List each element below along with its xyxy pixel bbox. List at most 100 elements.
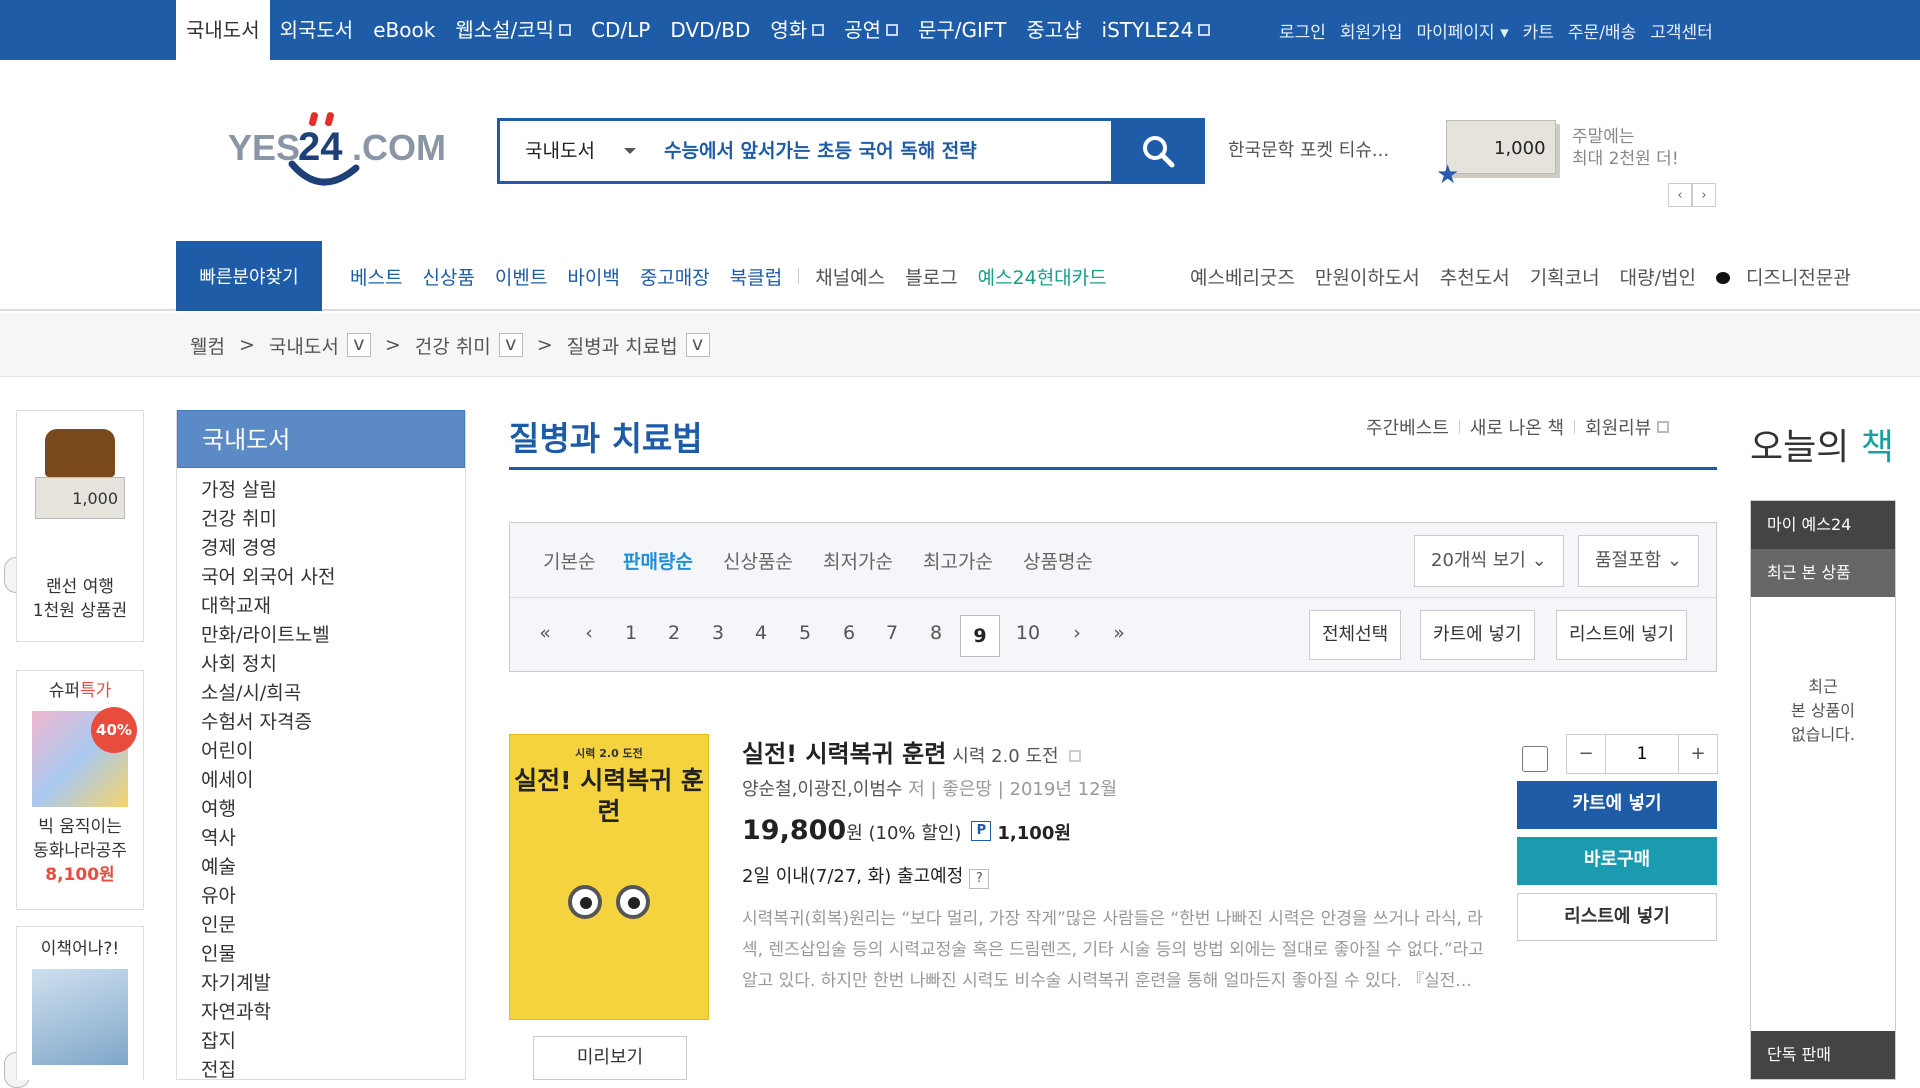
left-banner-sale[interactable]: 슈퍼특가 40% 빅 움직이는 동화나라공주 8,100원: [16, 670, 144, 910]
top-nav-ebook[interactable]: eBook: [363, 0, 445, 60]
help-icon[interactable]: ?: [969, 869, 990, 889]
sidebar-item[interactable]: 잡지: [201, 1027, 465, 1056]
product-publisher[interactable]: 좋은땅: [942, 779, 992, 800]
page-link[interactable]: 6: [834, 622, 864, 644]
top-nav-webnovel[interactable]: 웹소설/코믹: [445, 0, 581, 60]
sidebar-item[interactable]: 자연과학: [201, 998, 465, 1027]
page-link[interactable]: 5: [790, 622, 820, 644]
page-link[interactable]: 1: [616, 622, 646, 644]
nav-event[interactable]: 이벤트: [485, 263, 557, 290]
login-link[interactable]: 로그인: [1272, 18, 1333, 43]
product-title[interactable]: 실전! 시력복귀 훈련: [742, 740, 946, 768]
top-nav-istyle24[interactable]: iSTYLE24: [1092, 0, 1221, 60]
top-nav-used-shop[interactable]: 중고샵: [1016, 0, 1091, 60]
nav-new[interactable]: 신상품: [412, 263, 484, 290]
current-page[interactable]: 9: [960, 615, 1000, 657]
top-nav-foreign-books[interactable]: 외국도서: [270, 0, 364, 60]
sidebar-item[interactable]: 예술: [201, 853, 465, 882]
mypage-link[interactable]: 마이페이지 ▾: [1409, 18, 1515, 43]
page-link[interactable]: 10: [1008, 622, 1048, 644]
nav-hyundai-card[interactable]: 예스24현대카드: [968, 263, 1117, 290]
sidebar-item[interactable]: 사회 정치: [201, 650, 465, 679]
sort-newest[interactable]: 신상품순: [723, 547, 793, 574]
sidebar-item[interactable]: 소설/시/희곡: [201, 679, 465, 708]
page-link[interactable]: 8: [921, 622, 951, 644]
weekly-best-link[interactable]: 주간베스트: [1366, 414, 1449, 440]
breadcrumb-disease[interactable]: 질병과 치료법: [567, 332, 678, 359]
left-banner-voucher[interactable]: 1,000 랜선 여행 1천원 상품권: [16, 410, 144, 642]
top-nav-dvd-bd[interactable]: DVD/BD: [660, 0, 760, 60]
sort-default[interactable]: 기본순: [543, 547, 595, 574]
sidebar-title[interactable]: 국내도서: [177, 410, 465, 468]
new-window-icon[interactable]: [1068, 750, 1081, 762]
nav-disney[interactable]: 디즈니전문관: [1706, 263, 1871, 290]
nav-blog[interactable]: 블로그: [895, 263, 967, 290]
stock-select[interactable]: 품절포함 ⌄: [1578, 535, 1700, 587]
nav-best[interactable]: 베스트: [340, 263, 412, 290]
plus-icon[interactable]: +: [1679, 735, 1717, 773]
nav-bookclub[interactable]: 북클럽: [720, 263, 792, 290]
per-page-select[interactable]: 20개씩 보기 ⌄: [1414, 535, 1564, 587]
nav-used-store[interactable]: 중고매장: [630, 263, 720, 290]
sidebar-item[interactable]: 국어 외국어 사전: [201, 563, 465, 592]
sidebar-item[interactable]: 만화/라이트노벨: [201, 621, 465, 650]
nav-channel-yes[interactable]: 채널예스: [805, 263, 895, 290]
quantity-input[interactable]: [1605, 735, 1679, 773]
page-link[interactable]: 2: [659, 622, 689, 644]
sidebar-item[interactable]: 인물: [201, 940, 465, 969]
sidebar-item[interactable]: 대학교재: [201, 592, 465, 621]
sidebar-item[interactable]: 유아: [201, 882, 465, 911]
add-to-list-button[interactable]: 리스트에 넣기: [1517, 893, 1717, 941]
top-nav-stationery[interactable]: 문구/GIFT: [908, 0, 1016, 60]
chevron-down-icon[interactable]: v: [498, 333, 523, 357]
signup-link[interactable]: 회원가입: [1333, 18, 1410, 43]
select-all-button[interactable]: 전체선택: [1309, 610, 1402, 660]
last-page-icon[interactable]: »: [1104, 622, 1134, 644]
next-page-icon[interactable]: ›: [1062, 622, 1092, 644]
search-button[interactable]: [1111, 118, 1205, 184]
buy-now-button[interactable]: 바로구매: [1517, 837, 1717, 885]
page-link[interactable]: 3: [703, 622, 733, 644]
customer-center-link[interactable]: 고객센터: [1643, 18, 1720, 43]
sidebar-item[interactable]: 역사: [201, 824, 465, 853]
sort-lowest-price[interactable]: 최저가순: [823, 547, 893, 574]
chevron-down-icon[interactable]: v: [346, 333, 371, 357]
book-cover[interactable]: 시력 2.0 도전 실전! 시력복귀 훈련: [509, 734, 709, 1020]
add-to-cart-button[interactable]: 카트에 넣기: [1517, 781, 1717, 829]
product-authors[interactable]: 양순철,이광진,이범수: [742, 779, 902, 800]
hot-keyword[interactable]: 한국문학 포켓 티슈...: [1228, 136, 1389, 162]
sidebar-item[interactable]: 자기계발: [201, 969, 465, 998]
sidebar-item[interactable]: 어린이: [201, 737, 465, 766]
voucher-banner[interactable]: 1,000 ★: [1436, 116, 1560, 190]
recent-items-tab[interactable]: 최근 본 상품: [1751, 549, 1895, 597]
nav-recommended[interactable]: 추천도서: [1430, 263, 1520, 290]
chevron-left-icon[interactable]: ‹: [1668, 183, 1692, 207]
member-review-link[interactable]: 회원리뷰: [1585, 414, 1651, 440]
preview-button[interactable]: 미리보기: [533, 1036, 687, 1080]
search-category-select[interactable]: 국내도서: [500, 121, 654, 181]
new-books-link[interactable]: 새로 나온 책: [1470, 414, 1564, 440]
page-link[interactable]: 4: [746, 622, 776, 644]
breadcrumb-health-hobby[interactable]: 건강 취미: [415, 332, 491, 359]
sidebar-item[interactable]: 인문: [201, 911, 465, 940]
quick-category-button[interactable]: 빠른분야찾기: [176, 241, 322, 311]
sidebar-item[interactable]: 건강 취미: [201, 505, 465, 534]
top-nav-performance[interactable]: 공연: [834, 0, 908, 60]
page-link[interactable]: 7: [877, 622, 907, 644]
sidebar-item[interactable]: 수험서 자격증: [201, 708, 465, 737]
nav-buyback[interactable]: 바이백: [557, 263, 629, 290]
today-book-title[interactable]: 오늘의 책: [1750, 418, 1894, 470]
sort-name[interactable]: 상품명순: [1023, 547, 1093, 574]
chevron-right-icon[interactable]: ›: [1692, 183, 1716, 207]
exclusive-sale-button[interactable]: 단독 판매: [1751, 1031, 1895, 1079]
prev-page-icon[interactable]: ‹: [574, 622, 604, 644]
my-yes24-button[interactable]: 마이 예스24: [1751, 501, 1895, 549]
nav-bulk[interactable]: 대량/법인: [1610, 263, 1706, 290]
minus-icon[interactable]: −: [1567, 735, 1605, 773]
cart-link[interactable]: 카트: [1516, 18, 1561, 43]
sort-sales[interactable]: 판매량순: [623, 547, 693, 574]
product-checkbox[interactable]: [1522, 746, 1548, 772]
add-to-cart-all-button[interactable]: 카트에 넣기: [1420, 610, 1535, 660]
sidebar-item[interactable]: 전집: [201, 1056, 465, 1085]
chevron-down-icon[interactable]: v: [685, 333, 710, 357]
